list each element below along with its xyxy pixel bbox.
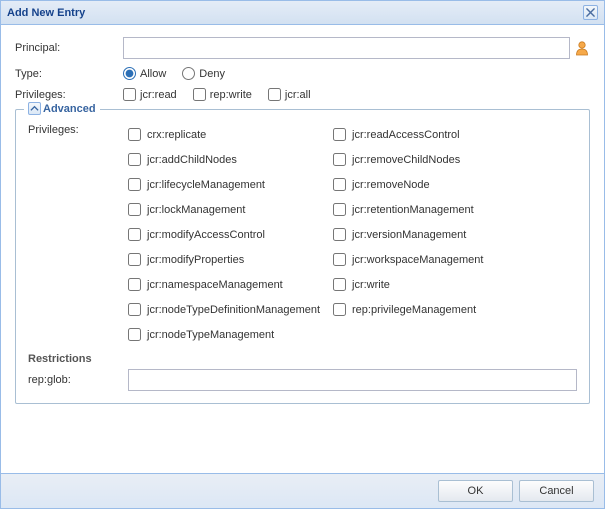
adv-priv-jcr-workspacemanagement-label: jcr:workspaceManagement — [352, 254, 483, 266]
adv-priv-jcr-versionmanagement-checkbox[interactable] — [333, 228, 346, 241]
type-label: Type: — [15, 68, 123, 80]
type-allow-label: Allow — [140, 68, 166, 80]
advanced-legend-label: Advanced — [43, 103, 96, 115]
advanced-toggle[interactable] — [28, 102, 41, 115]
type-deny-option[interactable]: Deny — [182, 67, 225, 80]
adv-priv-jcr-removenode-checkbox[interactable] — [333, 178, 346, 191]
priv-jcr-all-label: jcr:all — [285, 89, 311, 101]
advanced-fieldset: Advanced Privileges: crx:replicate jcr:r… — [15, 109, 590, 404]
advanced-privileges-label: Privileges: — [28, 122, 128, 347]
adv-priv-jcr-nodetypedefinitionmanagement-checkbox[interactable] — [128, 303, 141, 316]
adv-priv-jcr-removenode[interactable]: jcr:removeNode — [333, 172, 577, 197]
dialog-window: Add New Entry Principal: Type: Allow — [0, 0, 605, 509]
priv-jcr-all-checkbox[interactable] — [268, 88, 281, 101]
adv-priv-crx-replicate[interactable]: crx:replicate — [128, 122, 333, 147]
adv-priv-jcr-nodetypedefinitionmanagement-label: jcr:nodeTypeDefinitionManagement — [147, 304, 320, 316]
adv-priv-jcr-readaccesscontrol-label: jcr:readAccessControl — [352, 129, 460, 141]
adv-priv-jcr-removenode-label: jcr:removeNode — [352, 179, 430, 191]
restrictions-heading: Restrictions — [28, 353, 577, 365]
adv-priv-jcr-lockmanagement-label: jcr:lockManagement — [147, 204, 245, 216]
adv-priv-jcr-lifecyclemanagement-checkbox[interactable] — [128, 178, 141, 191]
priv-jcr-all[interactable]: jcr:all — [268, 88, 311, 101]
adv-priv-jcr-addchildnodes-label: jcr:addChildNodes — [147, 154, 237, 166]
adv-priv-rep-privilegemanagement-checkbox[interactable] — [333, 303, 346, 316]
adv-priv-jcr-nodetypemanagement[interactable]: jcr:nodeTypeManagement — [128, 322, 333, 347]
privileges-row: Privileges: jcr:read rep:write jcr:all — [15, 88, 590, 101]
adv-priv-jcr-addchildnodes[interactable]: jcr:addChildNodes — [128, 147, 333, 172]
dialog-title: Add New Entry — [7, 7, 583, 19]
privileges-label: Privileges: — [15, 89, 123, 101]
rep-glob-row: rep:glob: — [28, 369, 577, 391]
basic-privilege-list: jcr:read rep:write jcr:all — [123, 88, 311, 101]
adv-priv-jcr-modifyaccesscontrol-checkbox[interactable] — [128, 228, 141, 241]
adv-priv-jcr-write[interactable]: jcr:write — [333, 272, 577, 297]
adv-priv-jcr-workspacemanagement[interactable]: jcr:workspaceManagement — [333, 247, 577, 272]
adv-priv-jcr-readaccesscontrol[interactable]: jcr:readAccessControl — [333, 122, 577, 147]
priv-rep-write-checkbox[interactable] — [193, 88, 206, 101]
adv-priv-jcr-modifyproperties-checkbox[interactable] — [128, 253, 141, 266]
button-bar: OK Cancel — [1, 473, 604, 508]
adv-priv-jcr-retentionmanagement-label: jcr:retentionManagement — [352, 204, 474, 216]
rep-glob-label: rep:glob: — [28, 374, 128, 386]
adv-priv-jcr-versionmanagement[interactable]: jcr:versionManagement — [333, 222, 577, 247]
dialog-body: Principal: Type: Allow Deny — [1, 25, 604, 473]
close-icon — [586, 8, 595, 17]
priv-jcr-read-label: jcr:read — [140, 89, 177, 101]
priv-jcr-read[interactable]: jcr:read — [123, 88, 177, 101]
principal-input-wrap — [123, 37, 590, 59]
adv-priv-jcr-namespacemanagement-checkbox[interactable] — [128, 278, 141, 291]
adv-priv-jcr-write-checkbox[interactable] — [333, 278, 346, 291]
type-allow-option[interactable]: Allow — [123, 67, 166, 80]
type-deny-radio[interactable] — [182, 67, 195, 80]
adv-priv-rep-privilegemanagement-label: rep:privilegeManagement — [352, 304, 476, 316]
adv-priv-jcr-namespacemanagement-label: jcr:namespaceManagement — [147, 279, 283, 291]
type-allow-radio[interactable] — [123, 67, 136, 80]
adv-priv-jcr-modifyproperties-label: jcr:modifyProperties — [147, 254, 244, 266]
priv-rep-write[interactable]: rep:write — [193, 88, 252, 101]
type-radios: Allow Deny — [123, 67, 225, 80]
adv-priv-jcr-lifecyclemanagement[interactable]: jcr:lifecycleManagement — [128, 172, 333, 197]
adv-priv-jcr-addchildnodes-checkbox[interactable] — [128, 153, 141, 166]
adv-priv-jcr-versionmanagement-label: jcr:versionManagement — [352, 229, 466, 241]
adv-priv-jcr-nodetypedefinitionmanagement[interactable]: jcr:nodeTypeDefinitionManagement — [128, 297, 333, 322]
adv-priv-jcr-namespacemanagement[interactable]: jcr:namespaceManagement — [128, 272, 333, 297]
adv-priv-jcr-lifecyclemanagement-label: jcr:lifecycleManagement — [147, 179, 265, 191]
adv-priv-crx-replicate-checkbox[interactable] — [128, 128, 141, 141]
rep-glob-input[interactable] — [128, 369, 577, 391]
adv-priv-jcr-nodetypemanagement-label: jcr:nodeTypeManagement — [147, 329, 274, 341]
priv-rep-write-label: rep:write — [210, 89, 252, 101]
adv-priv-jcr-nodetypemanagement-checkbox[interactable] — [128, 328, 141, 341]
adv-priv-jcr-removechildnodes-checkbox[interactable] — [333, 153, 346, 166]
adv-priv-jcr-modifyaccesscontrol[interactable]: jcr:modifyAccessControl — [128, 222, 333, 247]
type-row: Type: Allow Deny — [15, 67, 590, 80]
adv-priv-jcr-write-label: jcr:write — [352, 279, 390, 291]
type-deny-label: Deny — [199, 68, 225, 80]
adv-priv-jcr-modifyaccesscontrol-label: jcr:modifyAccessControl — [147, 229, 265, 241]
user-icon — [574, 40, 590, 56]
adv-priv-jcr-readaccesscontrol-checkbox[interactable] — [333, 128, 346, 141]
cancel-button[interactable]: Cancel — [519, 480, 594, 502]
adv-priv-jcr-retentionmanagement[interactable]: jcr:retentionManagement — [333, 197, 577, 222]
close-button[interactable] — [583, 5, 598, 20]
titlebar: Add New Entry — [1, 1, 604, 25]
adv-priv-jcr-retentionmanagement-checkbox[interactable] — [333, 203, 346, 216]
adv-priv-jcr-workspacemanagement-checkbox[interactable] — [333, 253, 346, 266]
adv-priv-jcr-modifyproperties[interactable]: jcr:modifyProperties — [128, 247, 333, 272]
principal-row: Principal: — [15, 37, 590, 59]
adv-priv-crx-replicate-label: crx:replicate — [147, 129, 206, 141]
priv-jcr-read-checkbox[interactable] — [123, 88, 136, 101]
advanced-privileges-section: Privileges: crx:replicate jcr:readAccess… — [28, 120, 577, 347]
principal-input[interactable] — [123, 37, 570, 59]
ok-button[interactable]: OK — [438, 480, 513, 502]
adv-priv-jcr-lockmanagement[interactable]: jcr:lockManagement — [128, 197, 333, 222]
chevron-up-icon — [30, 104, 39, 113]
adv-priv-rep-privilegemanagement[interactable]: rep:privilegeManagement — [333, 297, 577, 322]
advanced-legend[interactable]: Advanced — [24, 102, 100, 115]
adv-priv-jcr-removechildnodes[interactable]: jcr:removeChildNodes — [333, 147, 577, 172]
adv-priv-jcr-removechildnodes-label: jcr:removeChildNodes — [352, 154, 460, 166]
adv-priv-jcr-lockmanagement-checkbox[interactable] — [128, 203, 141, 216]
advanced-privileges-grid: crx:replicate jcr:readAccessControl jcr:… — [128, 122, 577, 347]
principal-label: Principal: — [15, 42, 123, 54]
